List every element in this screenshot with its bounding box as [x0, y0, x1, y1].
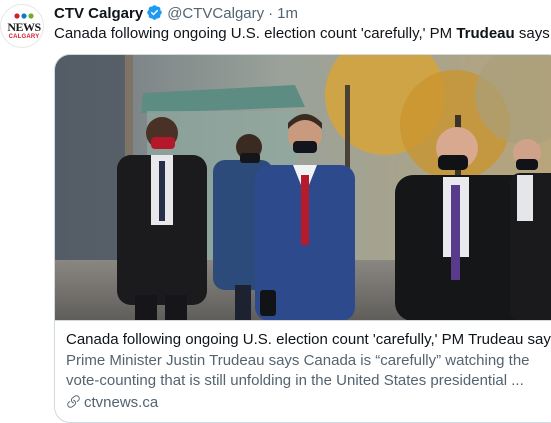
card-description-line: vote-counting that is still unfolding in…	[66, 372, 524, 389]
card-domain[interactable]: ctvnews.ca	[66, 393, 158, 413]
tweet[interactable]: NEWS CALGARY CTV Calgary @CTVCalgary · 1m C…	[0, 0, 551, 423]
link-card[interactable]: Canada following ongoing U.S. election c…	[54, 54, 551, 423]
display-name[interactable]: CTV Calgary	[54, 5, 143, 22]
avatar-city-text: CALGARY	[8, 34, 40, 40]
card-image[interactable]	[55, 55, 551, 321]
tweet-text-bold: Trudeau	[456, 25, 515, 42]
card-title[interactable]: Canada following ongoing U.S. election c…	[66, 330, 551, 350]
tweet-text: Canada following ongoing U.S. election c…	[54, 24, 551, 44]
card-description: Prime Minister Justin Trudeau says Canad…	[66, 351, 551, 391]
tweet-header: CTV Calgary @CTVCalgary · 1m	[54, 4, 298, 24]
ctv-logo-icon	[14, 13, 34, 19]
separator-dot: ·	[268, 5, 274, 22]
link-icon	[67, 395, 80, 408]
verified-badge-icon	[147, 5, 162, 20]
avatar[interactable]: NEWS CALGARY	[0, 4, 44, 48]
tweet-text-start: Canada following ongoing U.S. election c…	[54, 25, 457, 42]
card-domain-text: ctvnews.ca	[84, 394, 159, 411]
author-handle[interactable]: @CTVCalgary	[167, 5, 264, 22]
tweet-text-end: says:	[514, 25, 551, 42]
tweet-timestamp[interactable]: 1m	[277, 5, 298, 22]
card-description-line: Prime Minister Justin Trudeau says Canad…	[66, 352, 530, 369]
card-photo	[55, 55, 551, 320]
avatar-logo-text: NEWS	[7, 20, 41, 34]
